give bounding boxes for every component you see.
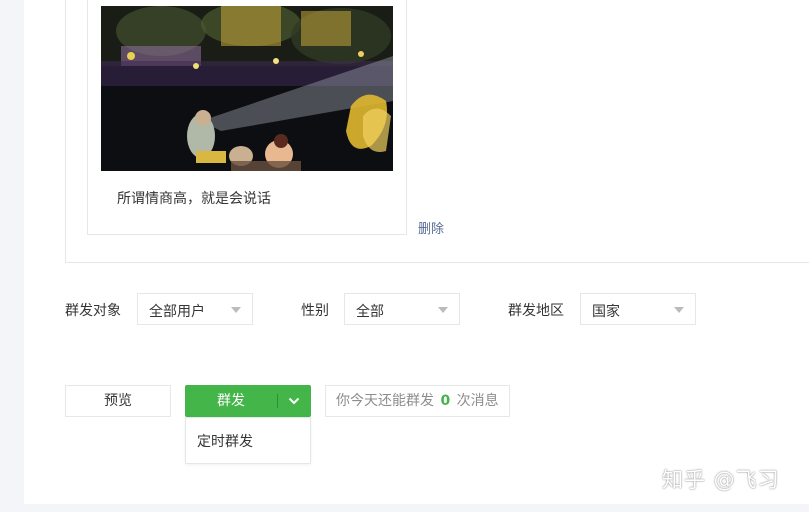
region-label: 群发地区 [508,303,564,319]
region-select-value: 国家 [592,304,620,320]
send-dropdown-toggle[interactable] [278,385,311,417]
quota-suffix: 次消息 [456,393,499,409]
gender-select[interactable]: 全部 [344,293,460,325]
quota-count: 0 [440,393,451,409]
target-select[interactable]: 全部用户 [137,293,253,325]
target-select-value: 全部用户 [149,304,205,320]
quota-prefix: 你今天还能群发 [336,393,434,409]
gender-label: 性别 [301,303,329,319]
send-dropdown-menu: 定时群发 [185,417,311,464]
region-select[interactable]: 国家 [580,293,696,325]
send-button[interactable]: 群发 [185,385,277,417]
preview-button[interactable]: 预览 [65,385,171,417]
delete-link[interactable]: 删除 [418,218,444,237]
chevron-down-icon [288,397,300,405]
scheduled-send-menu-item[interactable]: 定时群发 [197,431,253,451]
gender-select-value: 全部 [356,304,384,320]
watermark: 知乎 @飞习 [662,468,780,492]
chevron-down-icon [231,307,241,313]
send-button-group: 群发 [185,385,311,417]
chevron-down-icon [438,307,448,313]
article-title: 所谓情商高，就是会说话 [117,191,271,207]
chevron-down-icon [674,307,684,313]
article-cover-image [101,6,393,171]
target-label: 群发对象 [65,303,121,319]
quota-notice: 你今天还能群发 0 次消息 [325,385,510,417]
